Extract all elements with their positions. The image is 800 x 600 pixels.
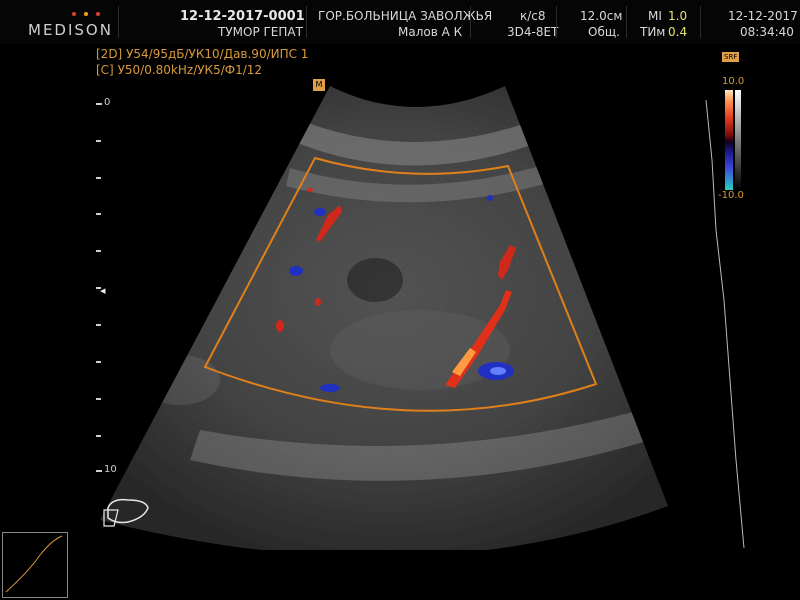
params-color-line: [C] У50/0.80kHz/УК5/Ф1/12	[96, 63, 262, 77]
focus-marker-badge: M	[313, 79, 325, 91]
focus-arrow-icon[interactable]: ◂	[100, 284, 106, 297]
gain-curve-box[interactable]	[2, 532, 68, 598]
depth-label-bottom: 10	[104, 464, 117, 475]
mode-2d-label: [2D]	[96, 47, 123, 61]
depth-label-top: 0	[104, 97, 111, 108]
srf-badge: SRF	[722, 52, 740, 62]
scan-sector	[100, 86, 668, 550]
color-scale-bar	[725, 90, 733, 190]
gray-scale-bar	[735, 90, 741, 190]
color-scale-min: -10.0	[718, 190, 744, 201]
mode-color-label: [C]	[96, 63, 114, 77]
params-2d-line: [2D] У54/95дБ/УК10/Дав.90/ИПС 1	[96, 47, 308, 61]
color-scale: 10.0 -10.0	[718, 72, 770, 212]
ultrasound-image	[5, 86, 745, 593]
params-2d-values: У54/95дБ/УК10/Дав.90/ИПС 1	[126, 47, 309, 61]
params-color-values: У50/0.80kHz/УК5/Ф1/12	[117, 63, 263, 77]
color-scale-max: 10.0	[722, 76, 745, 87]
